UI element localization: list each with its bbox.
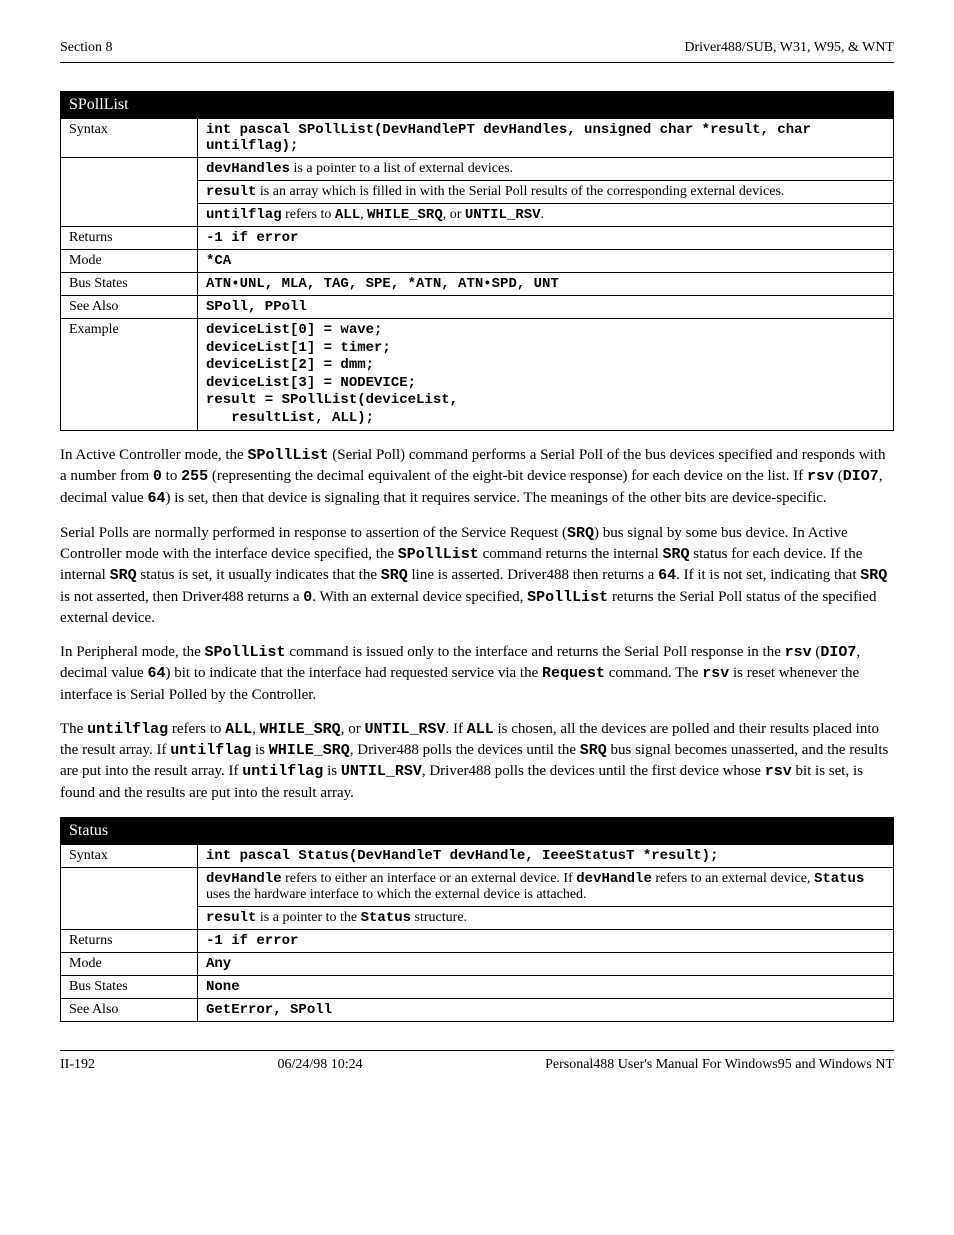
value-syntax: int pascal SPollList(DevHandlePT devHand… [198,119,894,158]
value-result: result is a pointer to the Status struct… [198,906,894,929]
footer-right: Personal488 User's Manual For Windows95 … [545,1057,894,1073]
paragraph-1: In Active Controller mode, the SPollList… [60,445,894,509]
value-syntax: int pascal Status(DevHandleT devHandle, … [198,844,894,867]
value-mode: Any [198,952,894,975]
empty-label [61,867,198,929]
label-syntax: Syntax [61,844,198,867]
value-mode: *CA [198,250,894,273]
spolllist-title: SPollList [61,92,894,119]
label-syntax: Syntax [61,119,198,158]
table-row: Syntax int pascal Status(DevHandleT devH… [61,844,894,867]
table-row: Syntax int pascal SPollList(DevHandlePT … [61,119,894,158]
table-row: Mode *CA [61,250,894,273]
label-mode: Mode [61,952,198,975]
label-bus: Bus States [61,975,198,998]
table-row: devHandle refers to either an interface … [61,867,894,906]
value-returns: -1 if error [198,227,894,250]
status-table: Status Syntax int pascal Status(DevHandl… [60,817,894,1022]
footer-center: 06/24/98 10:24 [277,1057,362,1073]
status-title: Status [61,817,894,844]
header-right: Driver488/SUB, W31, W95, & WNT [684,40,894,56]
value-bus: None [198,975,894,998]
label-bus: Bus States [61,273,198,296]
table-row: See Also SPoll, PPoll [61,296,894,319]
table-row: Bus States ATN•UNL, MLA, TAG, SPE, *ATN,… [61,273,894,296]
paragraph-2: Serial Polls are normally performed in r… [60,523,894,628]
table-row: devHandles is a pointer to a list of ext… [61,158,894,181]
value-returns: -1 if error [198,929,894,952]
value-untilflag: untilflag refers to ALL, WHILE_SRQ, or U… [198,204,894,227]
label-mode: Mode [61,250,198,273]
footer-left: II-192 [60,1057,95,1073]
table-row: Returns -1 if error [61,227,894,250]
label-example: Example [61,319,198,431]
label-seealso: See Also [61,998,198,1021]
table-row: Bus States None [61,975,894,998]
paragraph-4: The untilflag refers to ALL, WHILE_SRQ, … [60,719,894,803]
header-left: Section 8 [60,40,113,56]
table-row: Mode Any [61,952,894,975]
empty-label [61,158,198,227]
value-example: deviceList[0] = wave; deviceList[1] = ti… [198,319,894,431]
value-devhandle: devHandle refers to either an interface … [198,867,894,906]
value-result: result is an array which is filled in wi… [198,181,894,204]
table-row: Example deviceList[0] = wave; deviceList… [61,319,894,431]
spolllist-table: SPollList Syntax int pascal SPollList(De… [60,91,894,431]
label-returns: Returns [61,929,198,952]
paragraph-3: In Peripheral mode, the SPollList comman… [60,642,894,705]
value-seealso: SPoll, PPoll [198,296,894,319]
table-row: See Also GetError, SPoll [61,998,894,1021]
value-devhandles: devHandles is a pointer to a list of ext… [198,158,894,181]
value-bus: ATN•UNL, MLA, TAG, SPE, *ATN, ATN•SPD, U… [198,273,894,296]
table-row: Returns -1 if error [61,929,894,952]
label-seealso: See Also [61,296,198,319]
value-seealso: GetError, SPoll [198,998,894,1021]
label-returns: Returns [61,227,198,250]
